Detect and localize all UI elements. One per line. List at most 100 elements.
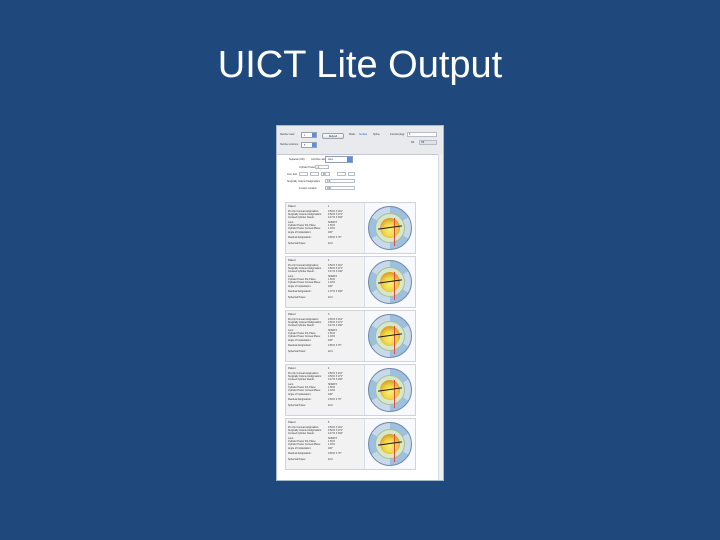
result-panel: Patient: 5 Pre-Op Corneal Astigmatism: 0.50… <box>285 418 416 470</box>
result-label: Patient: <box>288 205 297 208</box>
incision-value: 180 <box>327 187 331 190</box>
result-value: 1 <box>328 205 330 208</box>
slide-title: UICT Lite Output <box>217 44 503 86</box>
result-label: Angle of Implantation: <box>288 446 312 450</box>
number-columns-stepper[interactable]: 5 <box>301 142 317 148</box>
result-value: 0.47 D X 166° <box>328 324 343 328</box>
sia-field[interactable]: 0.5 <box>325 179 355 183</box>
mode-option-surface[interactable]: Surface <box>359 133 367 136</box>
fill-value: Off <box>421 141 425 144</box>
result-value: 22.0 <box>328 295 333 299</box>
axis-field-b[interactable] <box>310 172 319 176</box>
scrollbar[interactable] <box>438 154 443 480</box>
eye-select[interactable]: ALL <box>325 156 353 163</box>
result-label: Spherical Power: <box>288 241 307 245</box>
sia-value: 0.5 <box>327 180 331 183</box>
result-value: 0.47 D X 166° <box>328 378 343 382</box>
astigmatism-dial <box>364 257 415 307</box>
result-value: 0.56 D X 76° <box>328 343 342 347</box>
result-label: Angle of Implantation: <box>288 230 312 234</box>
result-label: Patient: <box>288 367 297 370</box>
incision-field[interactable]: 180 <box>325 186 355 190</box>
result-value: 22.0 <box>328 241 333 245</box>
result-value: 22.0 <box>328 457 333 461</box>
lens-disc-icon <box>378 326 402 354</box>
result-value: 0.47 D X 166° <box>328 432 343 436</box>
dial-inner-ring <box>375 375 405 408</box>
interval-value: 5 <box>409 133 411 136</box>
axis-field-a[interactable] <box>299 172 308 176</box>
mode-option-spline[interactable]: Spline <box>373 133 380 136</box>
result-label: Patient: <box>288 259 297 262</box>
interval-field[interactable]: 5 <box>407 132 437 137</box>
dial-outer-ring <box>368 422 412 466</box>
result-value: 5 <box>328 421 330 424</box>
result-panel: Patient: 3 Pre-Op Corneal Astigmatism: 0.50… <box>285 310 416 362</box>
dial-inner-ring <box>375 321 405 354</box>
result-value: 166° <box>328 446 333 450</box>
interval-label: Interval (deg): <box>390 133 405 136</box>
implantation-axis-line <box>378 441 402 446</box>
mode-label: Mode: <box>349 133 356 136</box>
number-rows-value: 1 <box>304 134 306 137</box>
result-label: Angle of Implantation: <box>288 338 312 342</box>
result-value: 166° <box>328 392 333 396</box>
axis-field-e[interactable] <box>348 172 355 176</box>
dial-outer-ring <box>368 368 412 412</box>
result-label: Spherical Power: <box>288 349 307 353</box>
incision-axis-line <box>394 326 395 354</box>
result-value: 0.56 D X 76° <box>328 451 342 455</box>
eye-select-value: ALL <box>328 157 334 161</box>
field-label-2: Axis, Axis <box>287 173 298 176</box>
astigmatism-dial <box>364 203 415 253</box>
parameter-form: Separate (OD) Combine Jan ALL Cylinder P… <box>285 156 355 196</box>
refresh-button[interactable]: Refresh <box>322 133 344 139</box>
dial-outer-ring <box>368 260 412 304</box>
result-label: Patient: <box>288 313 297 316</box>
implantation-axis-line <box>378 387 402 392</box>
implantation-axis-line <box>378 279 402 284</box>
incision-axis-line <box>394 434 395 462</box>
axis-field-d[interactable] <box>337 172 346 176</box>
result-label: Residual Astigmatism: <box>288 343 312 347</box>
toolbar: Number rows: 1 Number columns: 5 Refresh… <box>277 126 443 155</box>
implantation-axis-line <box>378 225 402 230</box>
result-label: Residual Astigmatism: <box>288 289 312 293</box>
axis-field-c[interactable]: 90 <box>321 172 330 176</box>
radio-separate[interactable]: Separate (OD) <box>289 158 305 161</box>
number-rows-stepper[interactable]: 1 <box>301 132 317 138</box>
result-value: 166° <box>328 230 333 234</box>
radio-combine[interactable]: Combine Jan <box>311 158 325 161</box>
axis-value: 90 <box>323 173 326 176</box>
number-columns-value: 5 <box>304 144 306 147</box>
astigmatism-dial <box>364 311 415 361</box>
uict-lite-window: Number rows: 1 Number columns: 5 Refresh… <box>276 125 444 481</box>
result-value: 166° <box>328 338 333 342</box>
lens-disc-icon <box>378 434 402 462</box>
implantation-axis-line <box>378 333 402 338</box>
number-rows-label: Number rows: <box>280 133 295 136</box>
result-value: 166° <box>328 284 333 288</box>
result-value: 4 <box>328 367 330 370</box>
dial-inner-ring <box>375 429 405 462</box>
stepper-arrows-icon[interactable] <box>312 143 316 147</box>
result-value: 0.47 D X 166° <box>328 216 343 220</box>
astigmatism-dial <box>364 365 415 415</box>
result-label: Spherical Power: <box>288 457 307 461</box>
number-columns-label: Number columns: <box>280 143 299 146</box>
result-label: Spherical Power: <box>288 403 307 407</box>
result-label: Angle of Implantation: <box>288 284 312 288</box>
result-label: Angle of Implantation: <box>288 392 312 396</box>
result-label: Crossed Cylinder Result: <box>288 270 315 274</box>
field-label-3: Surgically Induced Astigmatism <box>287 180 321 183</box>
dial-outer-ring <box>368 206 412 250</box>
result-value: 1.07 D X 166° <box>328 289 343 293</box>
fill-toggle[interactable]: Off <box>419 140 437 145</box>
cylinder-power-field[interactable]: -4 <box>315 165 329 169</box>
result-panel: Patient: 1 Pre-Op Corneal Astigmatism: 0.50… <box>285 202 416 254</box>
stepper-arrows-icon[interactable] <box>312 133 316 137</box>
dial-inner-ring <box>375 267 405 300</box>
result-label: Residual Astigmatism: <box>288 235 312 239</box>
field-label-1: Cylinder Power <box>299 166 316 169</box>
result-label: Crossed Cylinder Result: <box>288 432 315 436</box>
